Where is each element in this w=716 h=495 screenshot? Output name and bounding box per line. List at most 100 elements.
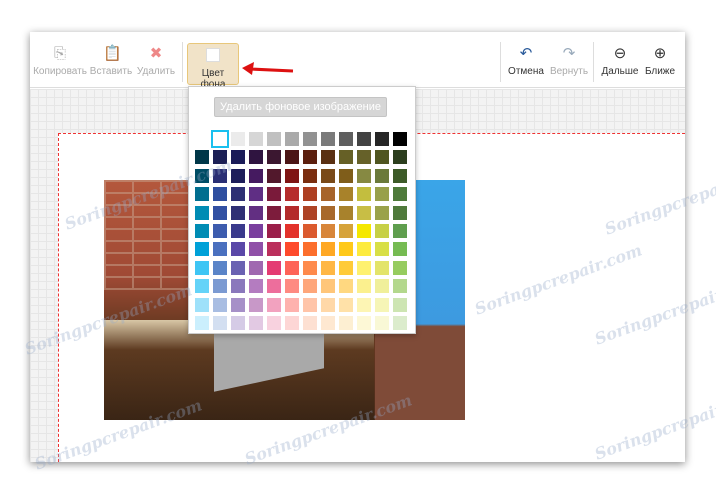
color-swatch[interactable] (195, 279, 209, 294)
color-swatch[interactable] (303, 315, 317, 330)
color-swatch[interactable] (375, 205, 389, 220)
color-swatch[interactable] (339, 260, 353, 275)
color-swatch[interactable] (285, 297, 299, 312)
color-swatch[interactable] (393, 187, 407, 202)
color-swatch[interactable] (195, 260, 209, 275)
delete-button[interactable]: ✖ Удалить (136, 46, 176, 78)
color-swatch[interactable] (285, 223, 299, 238)
color-swatch[interactable] (267, 205, 281, 220)
color-swatch[interactable] (357, 205, 371, 220)
color-swatch[interactable] (393, 168, 407, 183)
color-swatch[interactable] (231, 205, 245, 220)
color-swatch[interactable] (357, 223, 371, 238)
color-swatch[interactable] (267, 187, 281, 202)
color-swatch[interactable] (339, 315, 353, 330)
color-swatch[interactable] (357, 168, 371, 183)
color-swatch[interactable] (231, 279, 245, 294)
color-swatch[interactable] (375, 168, 389, 183)
color-swatch[interactable] (195, 315, 209, 330)
color-swatch[interactable] (211, 130, 229, 148)
color-swatch[interactable] (339, 150, 353, 165)
color-swatch[interactable] (375, 223, 389, 238)
color-swatch[interactable] (249, 315, 263, 330)
background-color-button[interactable]: Цвет фона (187, 43, 239, 90)
color-swatch[interactable] (303, 150, 317, 165)
remove-background-image-button[interactable]: Удалить фоновое изображение (214, 97, 387, 117)
color-swatch[interactable] (213, 205, 227, 220)
color-swatch[interactable] (393, 150, 407, 165)
color-swatch[interactable] (249, 205, 263, 220)
color-swatch[interactable] (357, 260, 371, 275)
color-swatch[interactable] (321, 279, 335, 294)
color-swatch[interactable] (213, 242, 227, 257)
color-swatch[interactable] (375, 242, 389, 257)
color-swatch[interactable] (267, 260, 281, 275)
color-swatch[interactable] (321, 205, 335, 220)
color-swatch[interactable] (231, 260, 245, 275)
color-swatch[interactable] (249, 242, 263, 257)
color-swatch[interactable] (285, 279, 299, 294)
color-swatch-none[interactable] (195, 132, 209, 146)
color-swatch[interactable] (285, 260, 299, 275)
color-swatch[interactable] (375, 315, 389, 330)
color-swatch[interactable] (375, 132, 389, 146)
color-swatch[interactable] (357, 242, 371, 257)
color-swatch[interactable] (321, 242, 335, 257)
color-swatch[interactable] (393, 205, 407, 220)
color-swatch[interactable] (321, 132, 335, 146)
color-swatch[interactable] (213, 260, 227, 275)
color-swatch[interactable] (285, 242, 299, 257)
color-swatch[interactable] (339, 242, 353, 257)
color-swatch[interactable] (303, 260, 317, 275)
color-swatch[interactable] (393, 315, 407, 330)
color-swatch[interactable] (321, 297, 335, 312)
color-swatch[interactable] (339, 132, 353, 146)
color-swatch[interactable] (303, 168, 317, 183)
color-swatch[interactable] (339, 205, 353, 220)
copy-button[interactable]: ⎘ Копировать (32, 46, 88, 78)
color-swatch[interactable] (303, 205, 317, 220)
color-swatch[interactable] (231, 187, 245, 202)
color-swatch[interactable] (267, 242, 281, 257)
color-swatch[interactable] (231, 315, 245, 330)
color-swatch[interactable] (249, 297, 263, 312)
color-swatch[interactable] (303, 279, 317, 294)
undo-button[interactable]: ↶ Отмена (506, 46, 546, 78)
color-swatch[interactable] (357, 187, 371, 202)
color-swatch[interactable] (213, 297, 227, 312)
color-swatch[interactable] (267, 315, 281, 330)
color-swatch[interactable] (339, 187, 353, 202)
color-swatch[interactable] (285, 315, 299, 330)
color-swatch[interactable] (249, 260, 263, 275)
color-swatch[interactable] (195, 223, 209, 238)
color-swatch[interactable] (303, 223, 317, 238)
color-swatch[interactable] (195, 168, 209, 183)
color-swatch[interactable] (267, 168, 281, 183)
color-swatch[interactable] (375, 260, 389, 275)
color-swatch[interactable] (213, 150, 227, 165)
color-swatch[interactable] (231, 242, 245, 257)
color-swatch[interactable] (375, 187, 389, 202)
color-swatch[interactable] (303, 242, 317, 257)
color-swatch[interactable] (213, 279, 227, 294)
color-swatch[interactable] (285, 205, 299, 220)
color-swatch[interactable] (393, 242, 407, 257)
color-swatch[interactable] (357, 297, 371, 312)
color-swatch[interactable] (339, 279, 353, 294)
color-swatch[interactable] (357, 279, 371, 294)
color-swatch[interactable] (213, 223, 227, 238)
color-swatch[interactable] (267, 223, 281, 238)
color-swatch[interactable] (231, 168, 245, 183)
color-swatch[interactable] (213, 315, 227, 330)
color-swatch[interactable] (195, 150, 209, 165)
color-swatch[interactable] (267, 132, 281, 146)
color-swatch[interactable] (321, 223, 335, 238)
color-swatch[interactable] (249, 223, 263, 238)
color-swatch[interactable] (303, 297, 317, 312)
color-swatch[interactable] (231, 297, 245, 312)
color-swatch[interactable] (249, 132, 263, 146)
color-swatch[interactable] (195, 297, 209, 312)
color-swatch[interactable] (303, 132, 317, 146)
color-swatch[interactable] (195, 205, 209, 220)
color-swatch[interactable] (285, 187, 299, 202)
